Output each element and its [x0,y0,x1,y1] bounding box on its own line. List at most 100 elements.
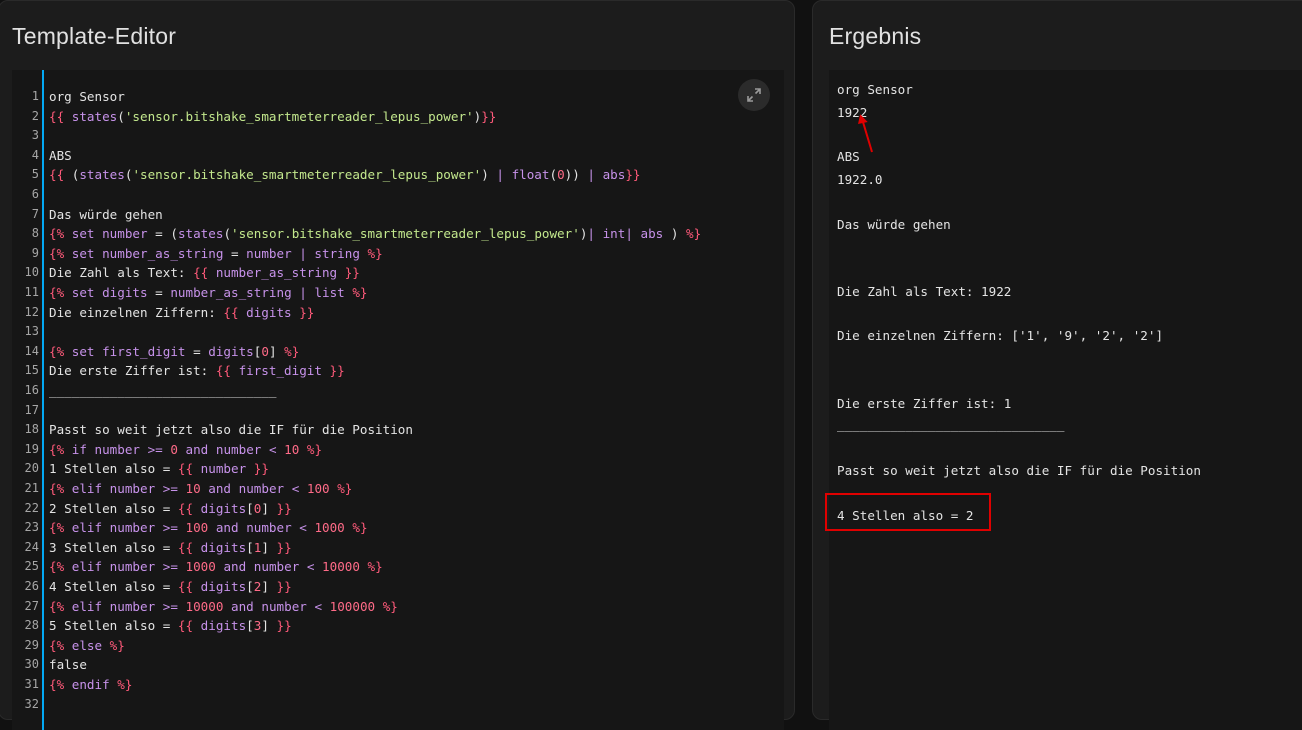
code-token: int [602,226,626,242]
code-token: set [71,343,103,359]
line-number: 21 [24,481,39,495]
code-token: {{ [223,304,247,320]
code-token: and [200,481,239,496]
code-line[interactable]: {% elif number >= 1000 and number < 1000… [49,557,383,577]
code-token: %} [344,520,368,536]
code-line[interactable]: {% set first_digit = digits[0] %} [49,342,299,362]
code-line[interactable]: {% elif number >= 10000 and number < 100… [49,597,398,617]
code-token: >= [155,559,186,575]
result-line: 1922.0 [837,172,883,187]
code-token: 4 Stellen also = [49,579,178,594]
line-number: 11 [24,285,39,299]
code-line[interactable]: {% set digits = number_as_string | list … [49,283,368,303]
line-number: 5 [31,167,39,182]
code-token: 0 [261,343,269,359]
code-line[interactable]: {% else %} [49,636,125,656]
code-token: digits [200,500,247,516]
code-token: < [284,481,307,496]
code-token: < [261,441,285,457]
code-token: digits [102,285,148,300]
line-number: 30 [24,657,39,672]
code-line[interactable]: {% endif %} [49,675,132,695]
code-line[interactable]: {% set number_as_string = number | strin… [49,244,383,264]
code-token: 'sensor.bitshake_smartmeterreader_lepus_… [124,108,474,124]
code-token: Die einzelnen Ziffern: [49,304,224,320]
code-token: number_as_string [102,245,224,261]
code-token: and [215,559,254,575]
code-token: string [314,245,360,261]
code-token: = [147,285,171,300]
code-token: false [49,657,87,673]
code-token: >= [155,598,186,614]
code-line[interactable]: {{ (states('sensor.bitshake_smartmeterre… [49,165,641,185]
code-line[interactable]: {% if number >= 0 and number < 10 %} [49,440,322,460]
code-token: [ [246,618,254,634]
code-token: ] [268,343,285,359]
code-token: elif [71,520,110,536]
code-line[interactable]: ABS [49,146,72,166]
code-line[interactable]: Die einzelnen Ziffern: {{ digits }} [49,303,314,323]
line-number: 17 [24,402,39,417]
code-line[interactable]: Die erste Ziffer ist: {{ first_digit }} [49,361,345,381]
code-token: digits [200,579,247,594]
code-token: }} [321,363,345,379]
code-token: %} [375,598,398,614]
code-token: number [261,598,307,614]
code-editor[interactable]: 1 2 3 4 5 6 7 8 9 10 11 12 13 14 15 16 17 18 19 20 21 22 23 24 2… [12,70,784,730]
code-line[interactable]: Die Zahl als Text: {{ number_as_string }… [49,263,360,283]
code-token: number [246,520,292,536]
code-token: ( [117,108,125,124]
code-token: 10000 [185,598,224,614]
code-line[interactable]: 1 Stellen also = {{ number }} [49,459,269,479]
code-line[interactable]: 4 Stellen also = {{ digits[2] }} [49,577,292,597]
code-token: 10 [284,441,300,457]
code-token: states [71,108,118,124]
line-number: 22 [24,500,39,515]
code-token: {% [49,226,72,242]
code-token: elif [71,559,110,575]
code-token: 1000 [314,520,345,536]
code-token: | [625,226,641,242]
code-line[interactable]: 3 Stellen also = {{ digits[1] }} [49,538,292,558]
code-token: >= [155,481,186,496]
code-line[interactable]: false [49,655,87,675]
code-token: {{ [49,108,72,124]
code-token: number [215,441,262,457]
code-token: digits [200,618,247,634]
code-token: 5 Stellen also = [49,618,178,634]
code-line[interactable]: {% elif number >= 100 and number < 1000 … [49,518,368,538]
code-line[interactable]: {% set number = (states('sensor.bitshake… [49,224,701,244]
line-number: 25 [24,559,39,574]
code-token: number [94,441,141,457]
result-line: org Sensor [837,82,913,97]
code-token: | [587,226,603,242]
code-line[interactable]: org Sensor [49,87,125,107]
code-token: {% [49,441,72,457]
expand-button[interactable] [738,79,770,111]
code-line[interactable]: Das würde gehen [49,205,163,225]
line-number: 8 [31,226,39,241]
code-line[interactable]: ______________________________ [49,381,276,401]
code-token: number_as_string [215,265,338,281]
code-token: %} [344,285,368,300]
code-line[interactable]: {{ states('sensor.bitshake_smartmeterrea… [49,107,496,127]
code-line[interactable]: 2 Stellen also = {{ digits[0] }} [49,499,292,519]
expand-icon [747,88,761,102]
code-line[interactable]: Passt so weit jetzt also die IF für die … [49,420,413,440]
code-token: {{ [193,265,216,281]
code-token: and [177,441,216,457]
code-token: ( [223,226,232,242]
code-token: 0 [170,441,178,457]
code-token: endif [71,677,110,692]
code-line[interactable]: {% elif number >= 10 and number < 100 %} [49,479,352,499]
code-line[interactable]: 5 Stellen also = {{ digits[3] }} [49,616,292,636]
code-token: elif [71,481,110,496]
code-token: Passt so weit jetzt also die IF für die … [49,422,413,438]
code-token: ( [549,167,558,183]
code-token: number [109,598,156,614]
code-token: abs [640,226,664,242]
code-token: >= [155,520,186,536]
code-token: 2 Stellen also = [49,500,178,516]
line-number: 15 [24,363,39,378]
code-token: < [306,598,330,614]
